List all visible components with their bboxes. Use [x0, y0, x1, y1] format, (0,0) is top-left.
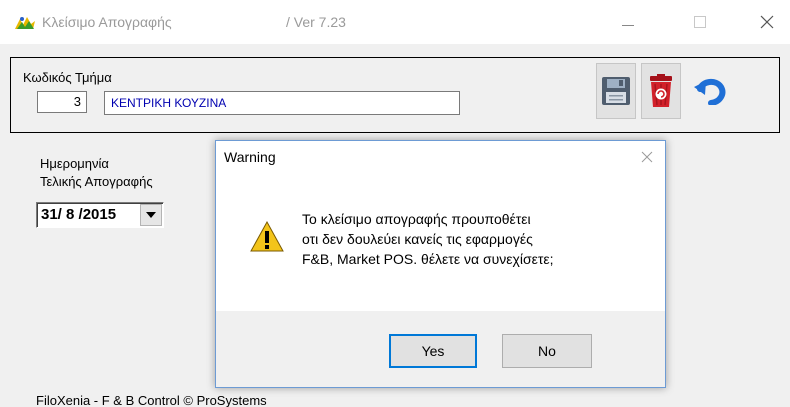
warning-icon — [250, 221, 284, 252]
minimize-button[interactable] — [605, 0, 651, 44]
app-logo-icon — [15, 17, 35, 29]
dialog-message: Το κλείσιμο απογραφής προυποθέτει οτι δε… — [302, 209, 642, 269]
warning-dialog: Warning Το κλείσιμο απογραφής προυποθέτε… — [215, 140, 666, 388]
chevron-down-icon — [146, 212, 156, 218]
undo-icon — [694, 79, 726, 105]
main-window: Κλείσιμο Απογραφής / Ver 7.23 Κωδικός Τμ… — [0, 0, 790, 407]
close-button[interactable] — [744, 0, 790, 44]
dialog-message-line: οτι δεν δουλεύει κανείς τις εφαρμογές — [302, 231, 533, 247]
date-value: 31/ 8 /2015 — [41, 206, 117, 223]
dialog-title: Warning — [224, 149, 276, 165]
close-icon — [641, 151, 653, 163]
yes-button[interactable]: Yes — [389, 334, 477, 368]
inventory-date-picker[interactable]: 31/ 8 /2015 — [36, 202, 164, 228]
status-text: FiloXenia - F & B Control © ProSystems — [36, 393, 267, 407]
department-label: Τμήμα — [75, 70, 112, 85]
status-bar: FiloXenia - F & B Control © ProSystems — [0, 387, 790, 407]
delete-button[interactable] — [641, 63, 681, 119]
delete-icon — [650, 74, 672, 107]
maximize-icon — [694, 16, 706, 28]
window-title: Κλείσιμο Απογραφής — [42, 14, 172, 30]
dialog-close-button[interactable] — [636, 146, 658, 168]
close-icon — [760, 15, 774, 29]
save-icon — [602, 77, 630, 105]
code-label: Κωδικός — [23, 70, 72, 85]
save-button[interactable] — [596, 63, 636, 119]
title-bar[interactable]: Κλείσιμο Απογραφής / Ver 7.23 — [0, 0, 790, 44]
date-label-line1: Ημερομηνία — [40, 156, 109, 171]
date-dropdown-button[interactable] — [140, 204, 162, 226]
minimize-icon — [622, 24, 634, 26]
department-panel: Κωδικός Τμήμα 3 ΚΕΝΤΡΙΚΗ ΚΟΥΖΙΝΑ — [10, 57, 780, 133]
no-button[interactable]: No — [502, 334, 592, 368]
department-field[interactable]: ΚΕΝΤΡΙΚΗ ΚΟΥΖΙΝΑ — [104, 91, 460, 115]
undo-button[interactable] — [685, 63, 765, 119]
dialog-message-line: Το κλείσιμο απογραφής προυποθέτει — [302, 211, 531, 227]
code-field[interactable]: 3 — [37, 91, 87, 113]
maximize-button[interactable] — [677, 0, 723, 44]
version-label: / Ver 7.23 — [286, 14, 346, 30]
dialog-message-line: F&B, Market POS. θέλετε να συνεχίσετε; — [302, 251, 554, 267]
dialog-button-bar: Yes No — [216, 311, 665, 387]
date-label-line2: Τελικής Απογραφής — [40, 174, 153, 189]
